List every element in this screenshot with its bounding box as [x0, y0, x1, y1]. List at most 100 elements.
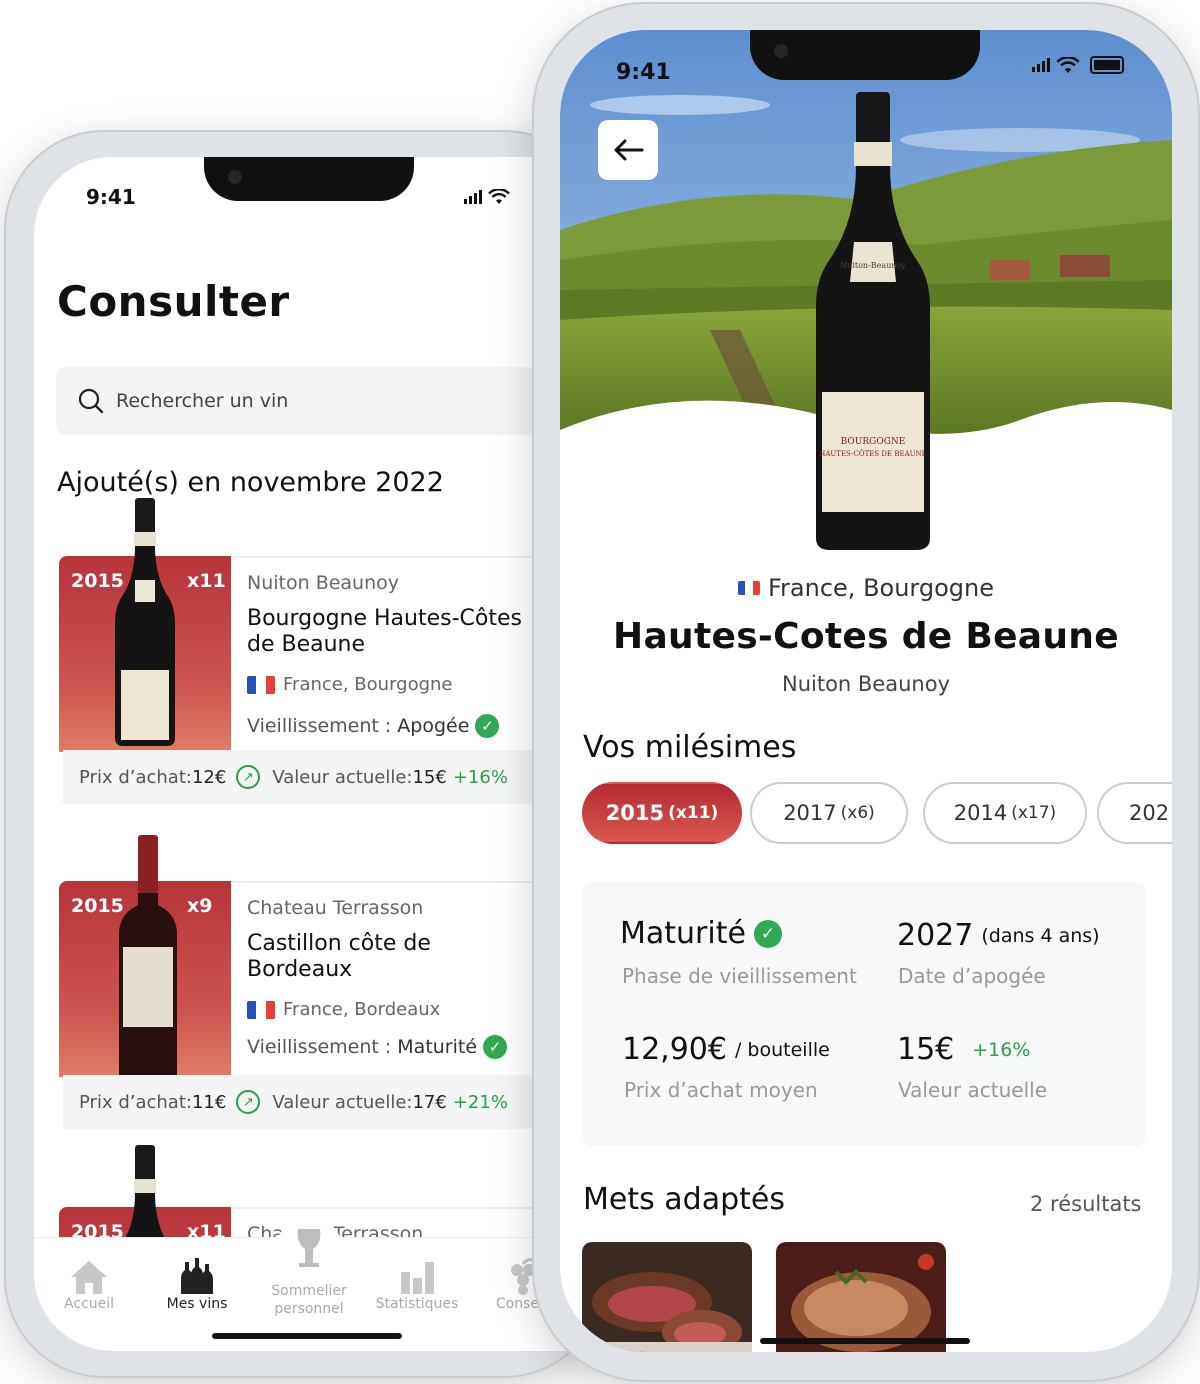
- pairings-heading: Mets adaptés: [583, 1182, 785, 1217]
- section-title: Ajouté(s) en novembre 2022: [57, 467, 444, 498]
- stats-panel: Maturité ✓ Phase de vieillissement 2027 (d…: [582, 882, 1146, 1146]
- france-flag-icon: [738, 581, 760, 595]
- bottle-count: x11: [187, 570, 226, 592]
- peak-year: 2027: [897, 918, 974, 953]
- arrow-left-icon: [614, 139, 644, 161]
- aging-value: Maturité: [397, 1036, 478, 1058]
- back-button[interactable]: [598, 120, 658, 180]
- current-value: 15€ +16%: [897, 1032, 1030, 1067]
- label-top-text: Nuiton-Beaunoy: [840, 261, 906, 270]
- wifi-icon: [488, 189, 510, 204]
- wine-info: Chateau Terrasson Castillon côte de Bord…: [231, 881, 581, 1079]
- home-icon: [71, 1261, 107, 1294]
- wine-name: Castillon côte de Bordeaux: [247, 931, 431, 982]
- status-icons: [1032, 56, 1124, 74]
- vintage-year: 2017: [783, 801, 837, 825]
- vintage-year: 202: [1129, 801, 1170, 825]
- purchase-label: Prix d’achat:: [79, 766, 192, 788]
- pairing-image-steak[interactable]: [582, 1242, 752, 1352]
- tab-statistiques[interactable]: Statistiques: [362, 1252, 472, 1312]
- value-label: Valeur actuelle:: [272, 1091, 413, 1113]
- wine-card[interactable]: 2015 x11 Nuiton Beaunoy Bourgogne Hautes…: [59, 498, 583, 804]
- page-title: Consulter: [57, 277, 290, 326]
- current-price: 15€: [897, 1032, 955, 1067]
- status-icons: [464, 189, 510, 205]
- purchase-price: 12€: [191, 766, 227, 788]
- bar-chart-icon: [401, 1262, 434, 1294]
- wine-origin: France, Bourgogne: [560, 574, 1172, 602]
- producer: Chateau Terrasson: [247, 897, 424, 919]
- trend-up-icon: ↗: [236, 1090, 261, 1114]
- notch: [750, 30, 980, 80]
- wine-producer: Nuiton Beaunoy: [781, 672, 950, 696]
- check-icon: ✓: [475, 714, 500, 738]
- vintage-year: 2015: [605, 801, 665, 825]
- vintage-pill-2017[interactable]: 2017 (x6): [750, 782, 908, 844]
- vintage-qty: (x17): [1011, 803, 1057, 823]
- label-line2-text: HAUTES-CÔTES DE BEAUNE: [819, 449, 927, 458]
- sommelier-button-bg: [276, 1216, 342, 1282]
- wine-card[interactable]: 2015 x9 Chateau Terrasson Castillon côte…: [59, 835, 583, 1129]
- pairing-image-roast[interactable]: [776, 1242, 946, 1352]
- value-label: Valeur actuelle:: [272, 766, 413, 788]
- tab-label: Mes vins: [166, 1296, 228, 1312]
- avg-price-unit: / bouteille: [734, 1038, 830, 1061]
- value-change: +16%: [972, 1038, 1031, 1061]
- price-row: Prix d’achat: 12€ ↗ Valeur actuelle: 15€…: [63, 750, 583, 804]
- battery-icon: [1090, 56, 1124, 74]
- avg-price: 12,90€: [622, 1032, 727, 1067]
- current-value: 15€: [412, 766, 447, 788]
- notch: [204, 157, 414, 201]
- left-phone-frame: 9:41 Consulter Rechercher un vin Ajouté(…: [4, 130, 634, 1378]
- purchase-label: Prix d’achat:: [79, 1091, 192, 1113]
- current-value: 17€: [412, 1091, 447, 1113]
- roast-image: [776, 1242, 946, 1352]
- search-bar[interactable]: Rechercher un vin: [56, 367, 576, 435]
- front-camera: [228, 170, 242, 184]
- france-flag-icon: [247, 1000, 275, 1019]
- vintage-qty: (x11): [668, 803, 719, 823]
- wine-name: Bourgogne Hautes-Côtes de Beaune: [247, 606, 522, 657]
- maturity-value: Maturité ✓: [620, 916, 782, 951]
- vintage-year: 2015: [71, 895, 124, 917]
- tab-label: Accueil: [64, 1296, 114, 1312]
- tab-mes-vins[interactable]: Mes vins: [142, 1252, 252, 1312]
- tab-accueil[interactable]: Accueil: [34, 1252, 144, 1312]
- wifi-icon: [1056, 56, 1080, 73]
- check-icon: ✓: [483, 1035, 508, 1059]
- vintage-qty: (x6): [840, 803, 875, 823]
- vintage-pill-more[interactable]: 202: [1097, 782, 1172, 844]
- status-time: 9:41: [86, 185, 136, 209]
- vintage-pill-2015[interactable]: 2015 (x11): [582, 782, 742, 844]
- aging-value: Apogée: [397, 715, 470, 737]
- vintage-pill-2014[interactable]: 2014 (x17): [923, 782, 1087, 844]
- front-camera: [774, 44, 788, 58]
- avg-price-value: 12,90€ / bouteille: [622, 1032, 830, 1067]
- wine-detail-screen: 9:41 Nuiton-Beaunoy BOURGOGNE HAUTES-CÔT…: [560, 30, 1172, 1352]
- aging-label: Vieillissement :: [247, 715, 392, 737]
- home-indicator: [760, 1338, 970, 1344]
- search-input[interactable]: Rechercher un vin: [116, 390, 288, 412]
- aging-label: Vieillissement :: [247, 1036, 392, 1058]
- pairings-count[interactable]: 2 résultats: [1030, 1192, 1142, 1216]
- tab-label: Statistiques: [375, 1296, 459, 1312]
- peak-value: 2027 (dans 4 ans): [897, 918, 1100, 953]
- producer: Nuiton Beaunoy: [247, 572, 400, 594]
- right-phone-frame: 9:41 Nuiton-Beaunoy BOURGOGNE HAUTES-CÔT…: [532, 2, 1200, 1382]
- bottle-image: [119, 835, 177, 1083]
- current-value-label: Valeur actuelle: [898, 1078, 1047, 1102]
- tab-label: Sommelier personnel: [271, 1283, 347, 1317]
- wine-glass-icon: [297, 1229, 321, 1267]
- bottle-count: x9: [187, 895, 213, 917]
- origin-text: France, Bourgogne: [768, 574, 994, 602]
- price-row: Prix d’achat: 11€ ↗ Valeur actuelle: 17€…: [63, 1075, 583, 1129]
- origin: France, Bourgogne: [247, 674, 453, 695]
- tab-sommelier[interactable]: Sommelier personnel: [254, 1216, 364, 1318]
- signal-icon: [1032, 58, 1050, 72]
- steak-image: [582, 1242, 752, 1352]
- france-flag-icon: [247, 675, 275, 694]
- wine-info: Nuiton Beaunoy Bourgogne Hautes-Côtes de…: [231, 556, 581, 754]
- home-indicator: [212, 1333, 402, 1339]
- aging-status: Vieillissement : Apogée ✓: [247, 714, 500, 738]
- maturity-text: Maturité: [620, 916, 746, 951]
